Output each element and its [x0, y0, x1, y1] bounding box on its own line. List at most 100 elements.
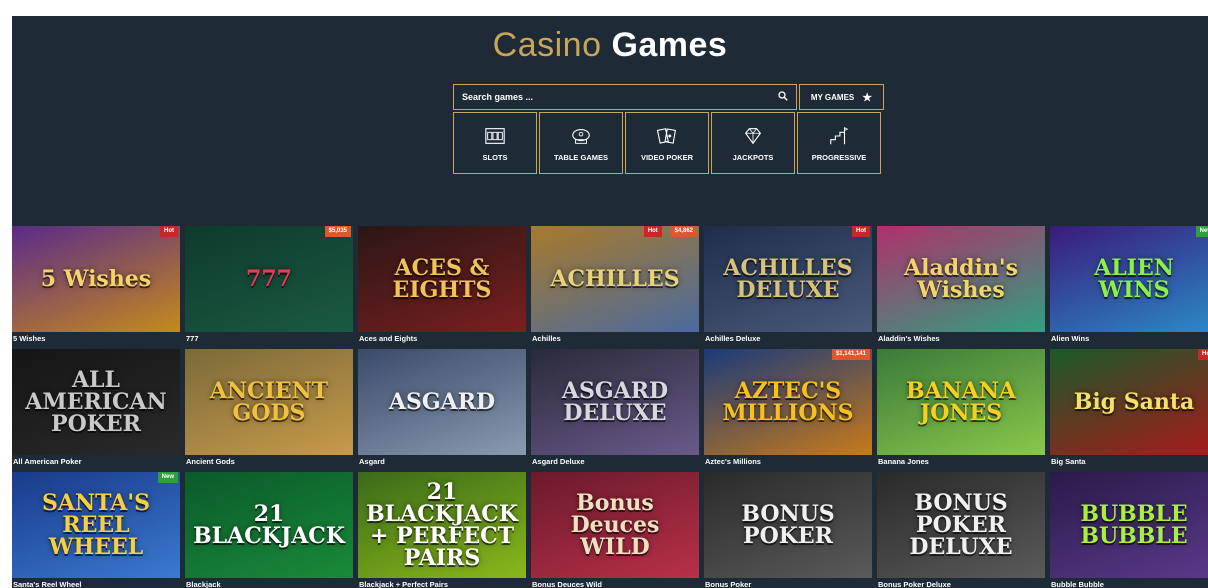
hot-badge: Hot [643, 226, 662, 237]
game-thumbnail[interactable]: BONUS POKER DELUXE [877, 472, 1045, 578]
category-table-games[interactable]: TABLE GAMES [539, 112, 623, 174]
category-label: JACKPOTS [732, 152, 774, 162]
game-thumbnail[interactable]: 5 Wishes Hot [12, 226, 180, 332]
game-logo: ACES & EIGHTS [392, 255, 492, 303]
jackpot-badge: $1,141,141 [831, 349, 870, 360]
game-name[interactable]: Banana Jones [877, 455, 1045, 472]
title-main: Games [611, 26, 728, 64]
game-name[interactable]: Bubble Bubble [1050, 578, 1208, 588]
game-tile[interactable]: ANCIENT GODS Ancient Gods [185, 349, 353, 472]
game-name[interactable]: Aces and Eights [358, 332, 526, 349]
game-tile[interactable]: AZTEC'S MILLIONS $1,141,141 Aztec's Millio… [704, 349, 872, 472]
game-thumbnail[interactable]: 21 BLACKJACK + PERFECT PAIRS [358, 472, 526, 578]
game-name[interactable]: Bonus Deuces Wild [531, 578, 699, 588]
game-thumbnail[interactable]: ACHILLES DELUXE Hot [704, 226, 872, 332]
game-logo: BONUS POKER [741, 501, 835, 549]
game-thumbnail[interactable]: Big Santa Hot [1050, 349, 1208, 455]
game-thumbnail[interactable]: ACES & EIGHTS [358, 226, 526, 332]
search-icon[interactable] [778, 90, 788, 104]
my-games-button[interactable]: MY GAMES ★ [799, 84, 884, 110]
game-name[interactable]: Blackjack + Perfect Pairs [358, 578, 526, 588]
game-tile[interactable]: Bonus Deuces WILD Bonus Deuces Wild [531, 472, 699, 588]
game-name[interactable]: Achilles Deluxe [704, 332, 872, 349]
game-logo: ASGARD DELUXE [561, 378, 669, 426]
game-logo: 21 BLACKJACK [193, 501, 345, 549]
game-name[interactable]: Asgard [358, 455, 526, 472]
game-name[interactable]: Bonus Poker [704, 578, 872, 588]
game-name[interactable]: Asgard Deluxe [531, 455, 699, 472]
game-name[interactable]: All American Poker [12, 455, 180, 472]
game-tile[interactable]: 5 Wishes Hot 5 Wishes [12, 226, 180, 349]
game-logo: BANANA JONES [905, 378, 1017, 426]
game-logo: ALL AMERICAN POKER [25, 367, 167, 437]
game-name[interactable]: Ancient Gods [185, 455, 353, 472]
game-tile[interactable]: ALL AMERICAN POKER All American Poker [12, 349, 180, 472]
title-accent: Casino [492, 26, 602, 64]
game-tile[interactable]: ASGARD Asgard [358, 349, 526, 472]
game-thumbnail[interactable]: 777 $5,035 [185, 226, 353, 332]
game-thumbnail[interactable]: BUBBLE BUBBLE [1050, 472, 1208, 578]
game-name[interactable]: Big Santa [1050, 455, 1208, 472]
game-thumbnail[interactable]: Bonus Deuces WILD [531, 472, 699, 578]
game-name[interactable]: 777 [185, 332, 353, 349]
game-tile[interactable]: SANTA'S REEL WHEEL New Santa's Reel Wheel [12, 472, 180, 588]
game-thumbnail[interactable]: SANTA'S REEL WHEEL New [12, 472, 180, 578]
game-logo: BONUS POKER DELUXE [909, 490, 1013, 560]
game-logo: Bonus Deuces WILD [570, 490, 660, 560]
game-name[interactable]: Aztec's Millions [704, 455, 872, 472]
game-name[interactable]: Achilles [531, 332, 699, 349]
game-thumbnail[interactable]: AZTEC'S MILLIONS $1,141,141 [704, 349, 872, 455]
new-badge: New [157, 472, 178, 483]
game-thumbnail[interactable]: ASGARD DELUXE [531, 349, 699, 455]
game-thumbnail[interactable]: Aladdin's Wishes [877, 226, 1045, 332]
hot-badge: Hot [852, 226, 870, 237]
game-tile[interactable]: Big Santa Hot Big Santa [1050, 349, 1208, 472]
game-logo: Big Santa [1073, 389, 1195, 415]
game-logo: AZTEC'S MILLIONS [722, 378, 854, 426]
game-tile[interactable]: 21 BLACKJACK Blackjack [185, 472, 353, 588]
category-slots[interactable]: SLOTS [453, 112, 537, 174]
game-tile[interactable]: ALIEN WINS New Alien Wins [1050, 226, 1208, 349]
game-name[interactable]: Bonus Poker Deluxe [877, 578, 1045, 588]
category-video-poker[interactable]: VIDEO POKER [625, 112, 709, 174]
game-tile[interactable]: BUBBLE BUBBLE Bubble Bubble [1050, 472, 1208, 588]
game-tile[interactable]: BANANA JONES Banana Jones [877, 349, 1045, 472]
game-logo: 5 Wishes [40, 266, 152, 292]
game-thumbnail[interactable]: ASGARD [358, 349, 526, 455]
game-thumbnail[interactable]: BONUS POKER [704, 472, 872, 578]
game-tile[interactable]: 21 BLACKJACK + PERFECT PAIRS Blackjack + … [358, 472, 526, 588]
game-thumbnail[interactable]: BANANA JONES [877, 349, 1045, 455]
game-name[interactable]: Santa's Reel Wheel [12, 578, 180, 588]
game-tile[interactable]: 777 $5,035 777 [185, 226, 353, 349]
category-label: SLOTS [482, 152, 508, 162]
category-jackpots[interactable]: JACKPOTS [711, 112, 795, 174]
category-label: TABLE GAMES [553, 152, 609, 162]
game-name[interactable]: Aladdin's Wishes [877, 332, 1045, 349]
game-thumbnail[interactable]: ANCIENT GODS [185, 349, 353, 455]
game-tile[interactable]: ACHILLES DELUXE Hot Achilles Deluxe [704, 226, 872, 349]
search-input[interactable]: Search games ... [453, 84, 797, 110]
category-label: PROGRESSIVE [811, 152, 867, 162]
game-thumbnail[interactable]: ALL AMERICAN POKER [12, 349, 180, 455]
game-tile[interactable]: ACES & EIGHTS Aces and Eights [358, 226, 526, 349]
game-name[interactable]: Alien Wins [1050, 332, 1208, 349]
game-logo: ASGARD [388, 389, 496, 415]
game-tile[interactable]: BONUS POKER Bonus Poker [704, 472, 872, 588]
jackpot-badge: $5,035 [324, 226, 351, 237]
game-tile[interactable]: Aladdin's Wishes Aladdin's Wishes [877, 226, 1045, 349]
game-tile[interactable]: ASGARD DELUXE Asgard Deluxe [531, 349, 699, 472]
game-logo: ACHILLES [550, 266, 680, 292]
game-name[interactable]: 5 Wishes [12, 332, 180, 349]
game-name[interactable]: Blackjack [185, 578, 353, 588]
search-placeholder: Search games ... [462, 92, 534, 102]
game-tile[interactable]: ACHILLES $4,862 Hot Achilles [531, 226, 699, 349]
game-thumbnail[interactable]: ACHILLES $4,862 Hot [531, 226, 699, 332]
game-thumbnail[interactable]: 21 BLACKJACK [185, 472, 353, 578]
game-thumbnail[interactable]: ALIEN WINS New [1050, 226, 1208, 332]
game-tile[interactable]: BONUS POKER DELUXE Bonus Poker Deluxe [877, 472, 1045, 588]
my-games-label: MY GAMES [810, 92, 855, 102]
category-progressive[interactable]: PROGRESSIVE [797, 112, 881, 174]
games-row: ALL AMERICAN POKER All American Poker ANCI… [12, 349, 1208, 472]
category-label: VIDEO POKER [640, 152, 694, 162]
hot-badge: Hot [160, 226, 178, 237]
